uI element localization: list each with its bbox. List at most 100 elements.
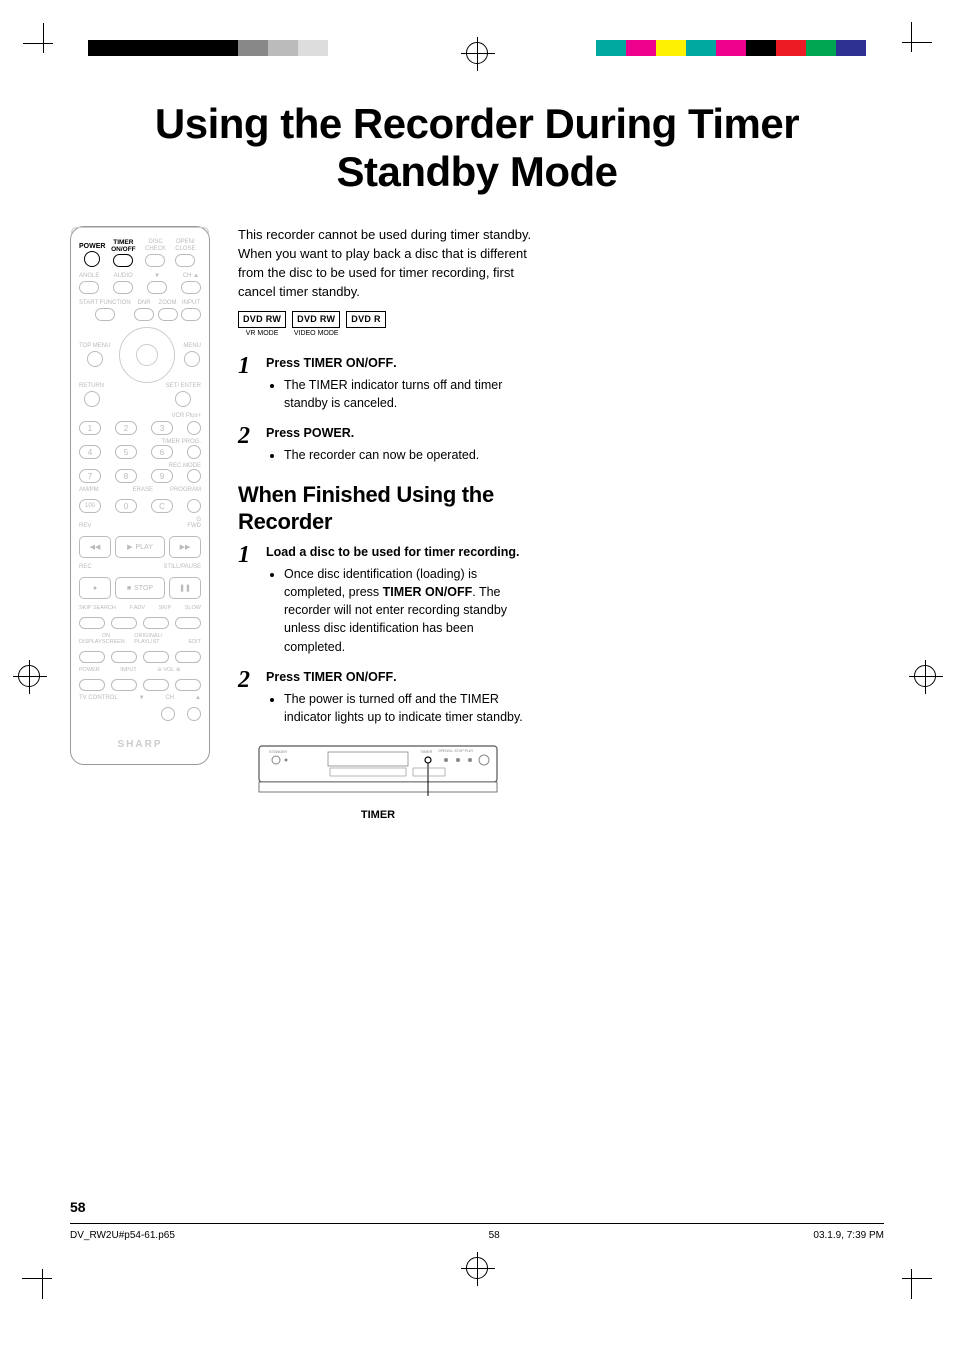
remote-brand: SHARP xyxy=(79,739,201,750)
remote-label: ON SCREEN xyxy=(102,633,134,645)
remote-label: DISC CHECK xyxy=(141,239,169,253)
remote-label: TV CONTROL xyxy=(79,695,118,701)
disc-type-tags: DVD RWVR MODE DVD RWVIDEO MODE DVD R xyxy=(238,311,538,339)
remote-button xyxy=(79,281,99,294)
footer-pagenum: 58 xyxy=(489,1230,500,1241)
remote-label: POWER xyxy=(79,667,100,673)
step-number: 2 xyxy=(238,424,256,448)
footer-line: DV_RW2U#p54-61.p65 58 03.1.9, 7:39 PM xyxy=(70,1223,884,1241)
remote-stop-button: ■ STOP xyxy=(115,577,165,599)
step-number: 1 xyxy=(238,354,256,378)
remote-control-diagram: POWER TIMER ON/OFF DISC CHECK OPEN/ CLOS… xyxy=(70,226,210,765)
remote-label: TOP MENU xyxy=(79,343,110,350)
crop-mark-icon xyxy=(30,1241,80,1291)
step-number: 1 xyxy=(238,543,256,567)
disc-tag: DVD RW xyxy=(292,311,340,328)
svg-text:TIMER: TIMER xyxy=(420,749,433,754)
remote-label: START FUNCTION xyxy=(79,300,131,307)
color-bar-right xyxy=(596,40,866,56)
remote-rev-button: ◀◀ xyxy=(79,536,111,558)
remote-play-button: ▶ PLAY xyxy=(115,536,165,558)
remote-label: FWD xyxy=(187,523,201,530)
remote-label: MENU xyxy=(183,343,201,350)
svg-text:OPEN/CL STOP PLAY: OPEN/CL STOP PLAY xyxy=(438,749,474,753)
remote-label: EDIT xyxy=(188,639,201,645)
step-bullet: The recorder can now be operated. xyxy=(284,446,538,464)
crop-mark-icon xyxy=(874,30,924,80)
crop-mark-icon xyxy=(874,1241,924,1291)
remote-button xyxy=(84,391,100,407)
footer-filename: DV_RW2U#p54-61.p65 xyxy=(70,1230,175,1241)
remote-label: F.ADV xyxy=(129,605,145,611)
remote-button xyxy=(181,281,201,294)
remote-dpad xyxy=(119,327,175,383)
registration-cross-icon xyxy=(466,1257,488,1279)
remote-button xyxy=(158,308,178,321)
remote-power-label: POWER xyxy=(79,243,105,250)
remote-label: SKIP SEARCH xyxy=(79,605,116,611)
remote-button xyxy=(175,254,195,267)
print-registration-top xyxy=(0,30,954,90)
remote-label: VCR Plus+ xyxy=(79,413,201,419)
remote-pause-button: ❚❚ xyxy=(169,577,201,599)
remote-label: AUDIO xyxy=(114,273,133,280)
remote-label: CH xyxy=(165,695,174,701)
remote-timer-label: TIMER ON/OFF xyxy=(105,239,141,253)
remote-label: INPUT xyxy=(182,300,200,307)
remote-label: CH xyxy=(183,273,192,279)
remote-button xyxy=(87,351,103,367)
remote-button xyxy=(184,351,200,367)
remote-label: REV xyxy=(79,523,91,530)
step-instruction: Press POWER. xyxy=(266,424,538,442)
panel-callout-label: TIMER xyxy=(258,808,498,824)
remote-label: ANGLE xyxy=(79,273,99,280)
remote-button xyxy=(147,281,167,294)
registration-cross-icon xyxy=(914,665,936,687)
remote-label: REC xyxy=(79,564,92,571)
remote-label: SET/ ENTER xyxy=(166,383,201,390)
remote-power-button xyxy=(84,251,100,267)
remote-label: PROGRAM xyxy=(170,487,201,493)
front-panel-diagram: STANDBY TIMER OPEN/CL STOP PLAY xyxy=(258,738,498,824)
intro-paragraph: This recorder cannot be used during time… xyxy=(238,226,538,301)
remote-button xyxy=(175,391,191,407)
remote-label: SLOW xyxy=(185,605,201,611)
step-number: 2 xyxy=(238,668,256,692)
page-number: 58 xyxy=(70,1199,86,1215)
remote-label: SKIP xyxy=(159,605,172,611)
remote-label: ZOOM xyxy=(159,300,177,307)
step-instruction: Press TIMER ON/OFF. xyxy=(266,668,538,686)
remote-label: ORIGINAL/ PLAYLIST xyxy=(134,633,188,645)
remote-rec-button: ● xyxy=(79,577,111,599)
remote-button xyxy=(95,308,115,321)
disc-tag-sub: VIDEO MODE xyxy=(294,329,339,339)
remote-label: RETURN xyxy=(79,383,104,390)
remote-label: STILL/PAUSE xyxy=(163,564,201,571)
footer-timestamp: 03.1.9, 7:39 PM xyxy=(813,1230,884,1241)
registration-cross-icon xyxy=(466,42,488,64)
disc-tag-sub: VR MODE xyxy=(246,329,279,339)
remote-label: AM/PM xyxy=(79,487,99,493)
step-bullet: The power is turned off and the TIMER in… xyxy=(284,690,538,726)
remote-button xyxy=(181,308,201,321)
disc-tag: DVD R xyxy=(346,311,386,328)
registration-cross-icon xyxy=(18,665,40,687)
page-title: Using the Recorder During Timer Standby … xyxy=(70,100,884,196)
disc-tag: DVD RW xyxy=(238,311,286,328)
remote-label: PLAY xyxy=(136,544,153,551)
crop-mark-icon xyxy=(30,30,80,80)
remote-button xyxy=(113,281,133,294)
svg-text:STANDBY: STANDBY xyxy=(269,749,288,754)
color-bar-left xyxy=(88,40,328,56)
remote-fwd-button: ▶▶ xyxy=(169,536,201,558)
section-heading: When Finished Using the Recorder xyxy=(238,482,538,535)
remote-label: INPUT xyxy=(120,667,137,673)
step-bullet: Once disc identification (loading) is co… xyxy=(284,565,538,656)
remote-label: STOP xyxy=(134,585,153,592)
step-bullet: The TIMER indicator turns off and timer … xyxy=(284,376,538,412)
remote-label: OPEN/ CLOSE xyxy=(170,239,201,253)
remote-label: VOL xyxy=(163,667,174,673)
step-instruction: Load a disc to be used for timer recordi… xyxy=(266,543,538,561)
remote-label: ERASE xyxy=(133,487,153,493)
remote-button xyxy=(145,254,165,267)
